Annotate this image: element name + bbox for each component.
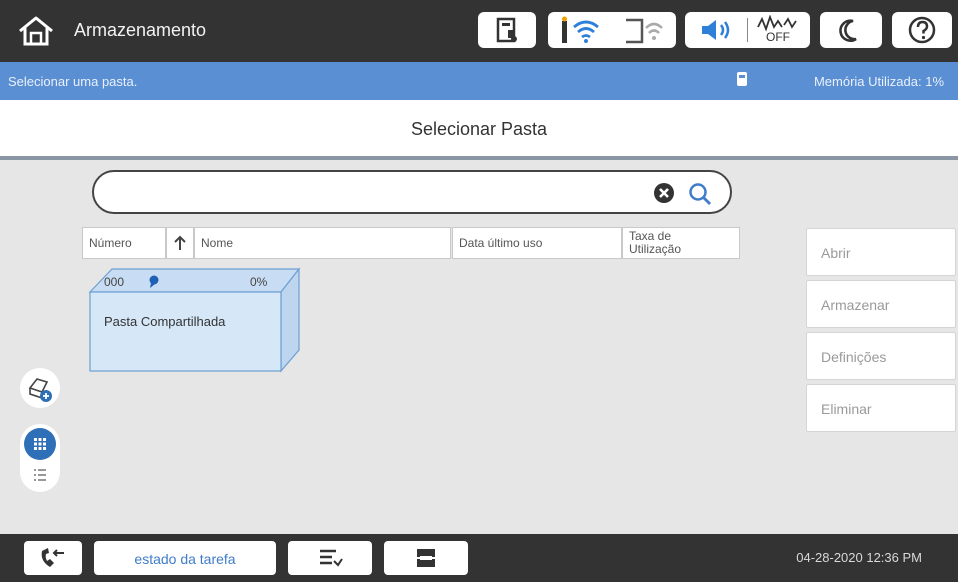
instruction-text: Selecionar uma pasta. <box>8 74 138 89</box>
printer-icon <box>417 549 435 567</box>
sleep-icon <box>839 19 857 42</box>
column-last-used-label: Data último uso <box>459 236 543 250</box>
column-header-last-used[interactable]: Data último uso <box>452 227 622 259</box>
screen-title: Selecionar Pasta <box>410 119 548 139</box>
fax-status-button[interactable] <box>24 541 82 575</box>
memory-icon <box>737 72 747 86</box>
column-header-name[interactable]: Nome <box>194 227 451 259</box>
sort-ascending-button[interactable] <box>166 227 194 259</box>
job-status-label: estado da tarefa <box>134 551 236 567</box>
top-bar: Armazenamento OFF <box>0 0 958 62</box>
delete-button[interactable]: Eliminar <box>806 384 956 432</box>
store-button-label: Armazenar <box>821 297 890 313</box>
off-label: OFF <box>766 30 790 44</box>
add-folder-button[interactable] <box>20 368 60 408</box>
network-off-icon: OFF <box>754 15 798 45</box>
printer-status-button[interactable] <box>384 541 468 575</box>
document-status-icon <box>496 17 517 43</box>
search-icon[interactable] <box>687 181 713 207</box>
open-button[interactable]: Abrir <box>806 228 956 276</box>
open-button-label: Abrir <box>821 245 851 261</box>
folder-number: 000 <box>104 275 125 289</box>
home-icon <box>19 16 53 46</box>
column-number-label: Número <box>89 236 132 250</box>
comment-icon <box>149 275 159 288</box>
job-queue-button[interactable] <box>288 541 372 575</box>
job-status-button[interactable]: estado da tarefa <box>94 541 276 575</box>
search-input[interactable] <box>116 180 650 208</box>
wifi-direct-icon <box>626 18 663 44</box>
folder-name: Pasta Compartilhada <box>104 314 226 329</box>
view-toggle <box>20 424 60 492</box>
settings-button-label: Definições <box>821 349 887 365</box>
grid-view-button[interactable] <box>24 428 56 460</box>
settings-button[interactable]: Definições <box>806 332 956 380</box>
document-status-button[interactable] <box>478 12 536 48</box>
folder-tile[interactable]: 000 0% Pasta Compartilhada <box>88 265 303 373</box>
divider <box>747 18 748 42</box>
info-bar: Selecionar uma pasta. Memória Utilizada:… <box>0 62 958 100</box>
sound-network-button[interactable]: OFF <box>685 12 810 48</box>
memory-used-text: Memória Utilizada: 1% <box>813 74 944 89</box>
help-icon <box>908 16 936 44</box>
column-header-usage-rate[interactable]: Taxa de Utilização <box>622 227 740 259</box>
home-button[interactable] <box>16 14 56 48</box>
grid-view-icon <box>34 438 46 450</box>
network-status-button[interactable] <box>548 12 676 48</box>
delete-button-label: Eliminar <box>821 401 872 417</box>
folder-usage: 0% <box>250 275 268 289</box>
clear-icon[interactable] <box>652 181 676 205</box>
sleep-button[interactable] <box>820 12 882 48</box>
store-button[interactable]: Armazenar <box>806 280 956 328</box>
help-button[interactable] <box>892 12 952 48</box>
column-usage-rate-label: Taxa de Utilização <box>629 229 682 256</box>
column-header-number[interactable]: Número <box>82 227 166 259</box>
column-name-label: Nome <box>201 236 234 250</box>
wifi-icon <box>562 16 599 43</box>
arrow-up-icon <box>174 235 186 250</box>
add-folder-icon <box>28 378 52 402</box>
volume-icon <box>702 20 730 40</box>
fax-icon <box>41 548 64 567</box>
list-view-icon <box>34 469 46 481</box>
job-queue-icon <box>320 549 343 567</box>
title-bar: Selecionar Pasta <box>0 100 958 160</box>
list-view-button[interactable] <box>24 460 56 490</box>
app-title: Armazenamento <box>74 20 207 40</box>
search-box[interactable] <box>92 170 732 214</box>
bottom-bar: estado da tarefa 04-28-2020 12:36 PM <box>0 534 958 582</box>
date-time: 04-28-2020 12:36 PM <box>796 550 922 565</box>
